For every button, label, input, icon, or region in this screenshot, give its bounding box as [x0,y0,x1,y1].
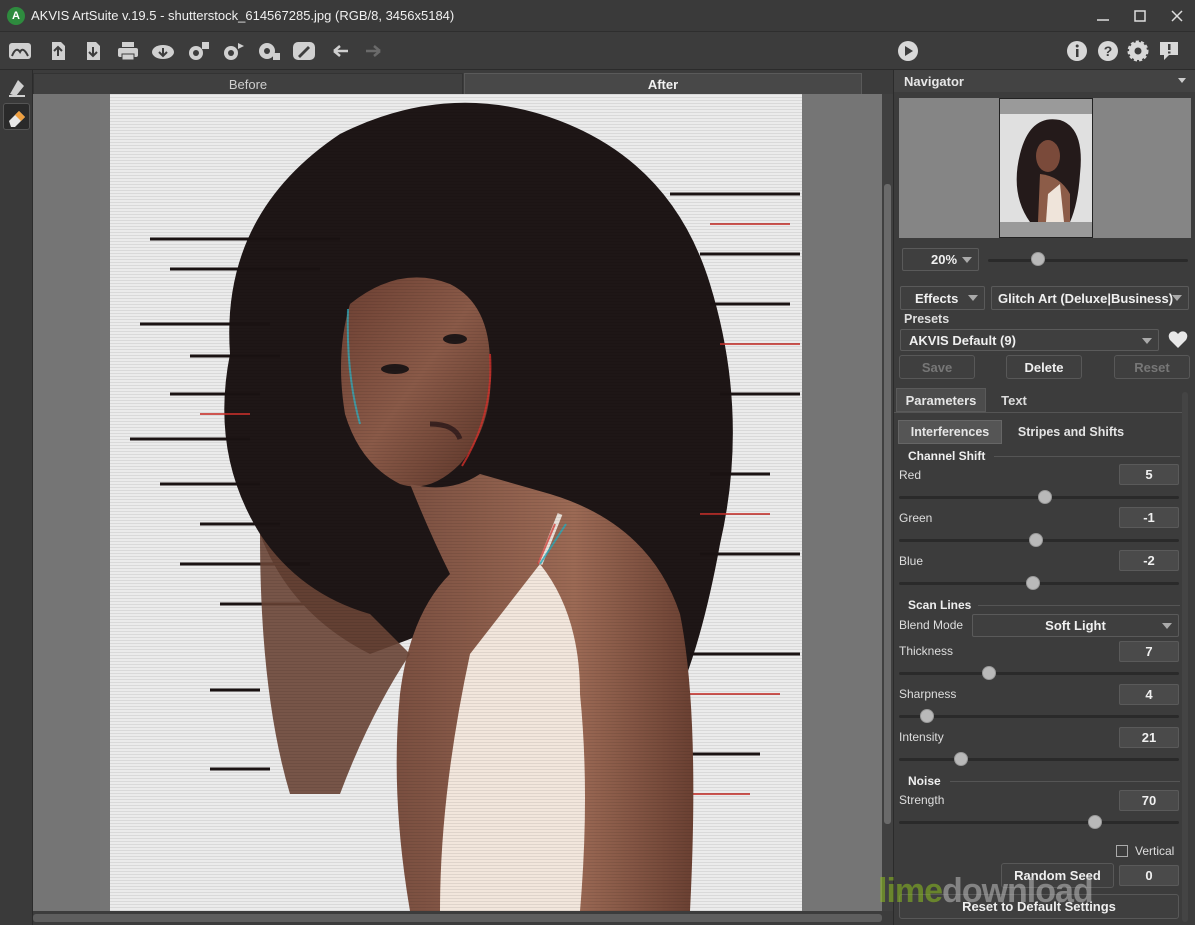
red-value[interactable]: 5 [1119,464,1179,485]
notifications-icon[interactable] [1156,39,1182,63]
effect-value: Glitch Art (Deluxe|Business) [998,290,1174,306]
navigator-header[interactable]: Navigator [894,70,1195,92]
zoom-select[interactable]: 20% [902,248,979,271]
green-value[interactable]: -1 [1119,507,1179,528]
navigator-thumbnail [1000,114,1092,222]
red-label: Red [899,468,922,482]
title-bar: A AKVIS ArtSuite v.19.5 - shutterstock_6… [0,0,1195,32]
subtab-interferences[interactable]: Interferences [898,420,1002,444]
tab-before[interactable]: Before [33,73,463,94]
strength-label: Strength [899,793,945,807]
save-icon[interactable] [80,39,106,63]
run-icon[interactable] [895,39,921,63]
intensity-slider-track[interactable] [899,758,1179,761]
minimize-button[interactable] [1084,0,1121,32]
maximize-button[interactable] [1121,0,1158,32]
thickness-label: Thickness [899,644,954,658]
vertical-checkbox[interactable] [1116,845,1128,857]
sharpness-label: Sharpness [899,687,957,701]
eraser-tool-icon[interactable] [3,103,30,130]
app-logo-icon: A [7,6,25,25]
info-icon[interactable] [1064,39,1090,63]
reset-preset-button[interactable]: Reset [1114,355,1190,379]
thickness-slider-knob[interactable] [981,666,996,680]
view-tabs: Before After [33,70,893,94]
blend-mode-value: Soft Light [1045,618,1106,633]
print-icon[interactable] [115,39,141,63]
sharpness-slider-knob[interactable] [920,709,934,723]
vertical-label: Vertical [1135,844,1175,858]
sharpness-value[interactable]: 4 [1119,684,1179,705]
help-icon[interactable]: ? [1095,39,1121,63]
strength-value[interactable]: 70 [1119,790,1179,811]
channel-shift-title: Channel Shift [908,449,986,463]
delete-preset-button[interactable]: Delete [1006,355,1082,379]
share-icon[interactable] [150,39,176,63]
preferences-icon[interactable] [1125,39,1151,63]
red-slider-knob[interactable] [1037,490,1052,504]
scan-lines-title: Scan Lines [908,598,972,612]
panel-scrollbar[interactable] [1182,392,1188,922]
presets-label: Presets [904,312,950,326]
thickness-value[interactable]: 7 [1119,641,1179,662]
blue-slider-knob[interactable] [1026,576,1041,590]
stamp-tool-icon[interactable] [3,73,30,100]
favorite-heart-icon[interactable] [1167,329,1189,354]
save-preset-button[interactable]: Save [899,355,975,379]
settings-panel: Navigator 20% Effects Glitch Art (Deluxe… [893,70,1195,925]
blue-value[interactable]: -2 [1119,550,1179,571]
glitch-photo [110,94,802,911]
seed-value[interactable]: 0 [1119,865,1179,886]
navigator-preview[interactable] [899,98,1191,238]
preset-value: AKVIS Default (9) [909,332,1016,348]
effects-category-value: Effects [915,290,959,306]
noise-title: Noise [908,774,941,788]
zoom-value: 20% [931,252,958,267]
canvas-vertical-scrollbar[interactable] [882,94,893,911]
blend-mode-label: Blend Mode [899,618,964,632]
canvas-horizontal-scrollbar[interactable] [33,911,882,925]
undo-icon[interactable] [328,39,354,63]
settings-gear-icon[interactable] [256,39,282,63]
zoom-slider-track[interactable] [988,259,1188,262]
green-label: Green [899,511,933,525]
batch-icon[interactable] [186,39,212,63]
strength-slider-knob[interactable] [1088,815,1102,829]
tab-parameters[interactable]: Parameters [896,388,986,412]
green-slider-knob[interactable] [1029,533,1044,547]
watermark: limedownload [878,872,1094,910]
effect-select[interactable]: Glitch Art (Deluxe|Business) [991,286,1189,310]
intensity-label: Intensity [899,730,944,744]
brush-icon[interactable] [291,39,317,63]
tool-palette [0,70,33,925]
navigator-collapse-icon[interactable] [1178,78,1186,83]
intensity-slider-knob[interactable] [953,752,968,766]
sharpness-slider-track[interactable] [899,715,1179,718]
photo-illustration [110,94,802,911]
blue-label: Blue [899,554,924,568]
plugin-icon[interactable] [221,39,247,63]
tab-text[interactable]: Text [989,388,1039,412]
effects-category-select[interactable]: Effects [900,286,985,310]
intensity-value[interactable]: 21 [1119,727,1179,748]
main-toolbar: ? [0,32,1195,70]
preset-select[interactable]: AKVIS Default (9) [900,329,1159,351]
open-icon[interactable] [45,39,71,63]
navigator-title: Navigator [904,73,964,89]
tab-after[interactable]: After [464,73,862,94]
close-button[interactable] [1158,0,1195,32]
window-title: AKVIS ArtSuite v.19.5 - shutterstock_614… [31,8,455,23]
strength-slider-track[interactable] [899,821,1179,824]
thickness-slider-track[interactable] [899,672,1179,675]
subtab-stripes-and-shifts[interactable]: Stripes and Shifts [1006,420,1136,444]
svg-text:?: ? [1104,43,1113,59]
image-canvas[interactable] [33,94,882,911]
blend-mode-select[interactable]: Soft Light [972,614,1179,637]
zoom-slider-knob[interactable] [1031,252,1045,266]
redo-icon[interactable] [360,39,386,63]
home-icon[interactable] [7,39,33,63]
